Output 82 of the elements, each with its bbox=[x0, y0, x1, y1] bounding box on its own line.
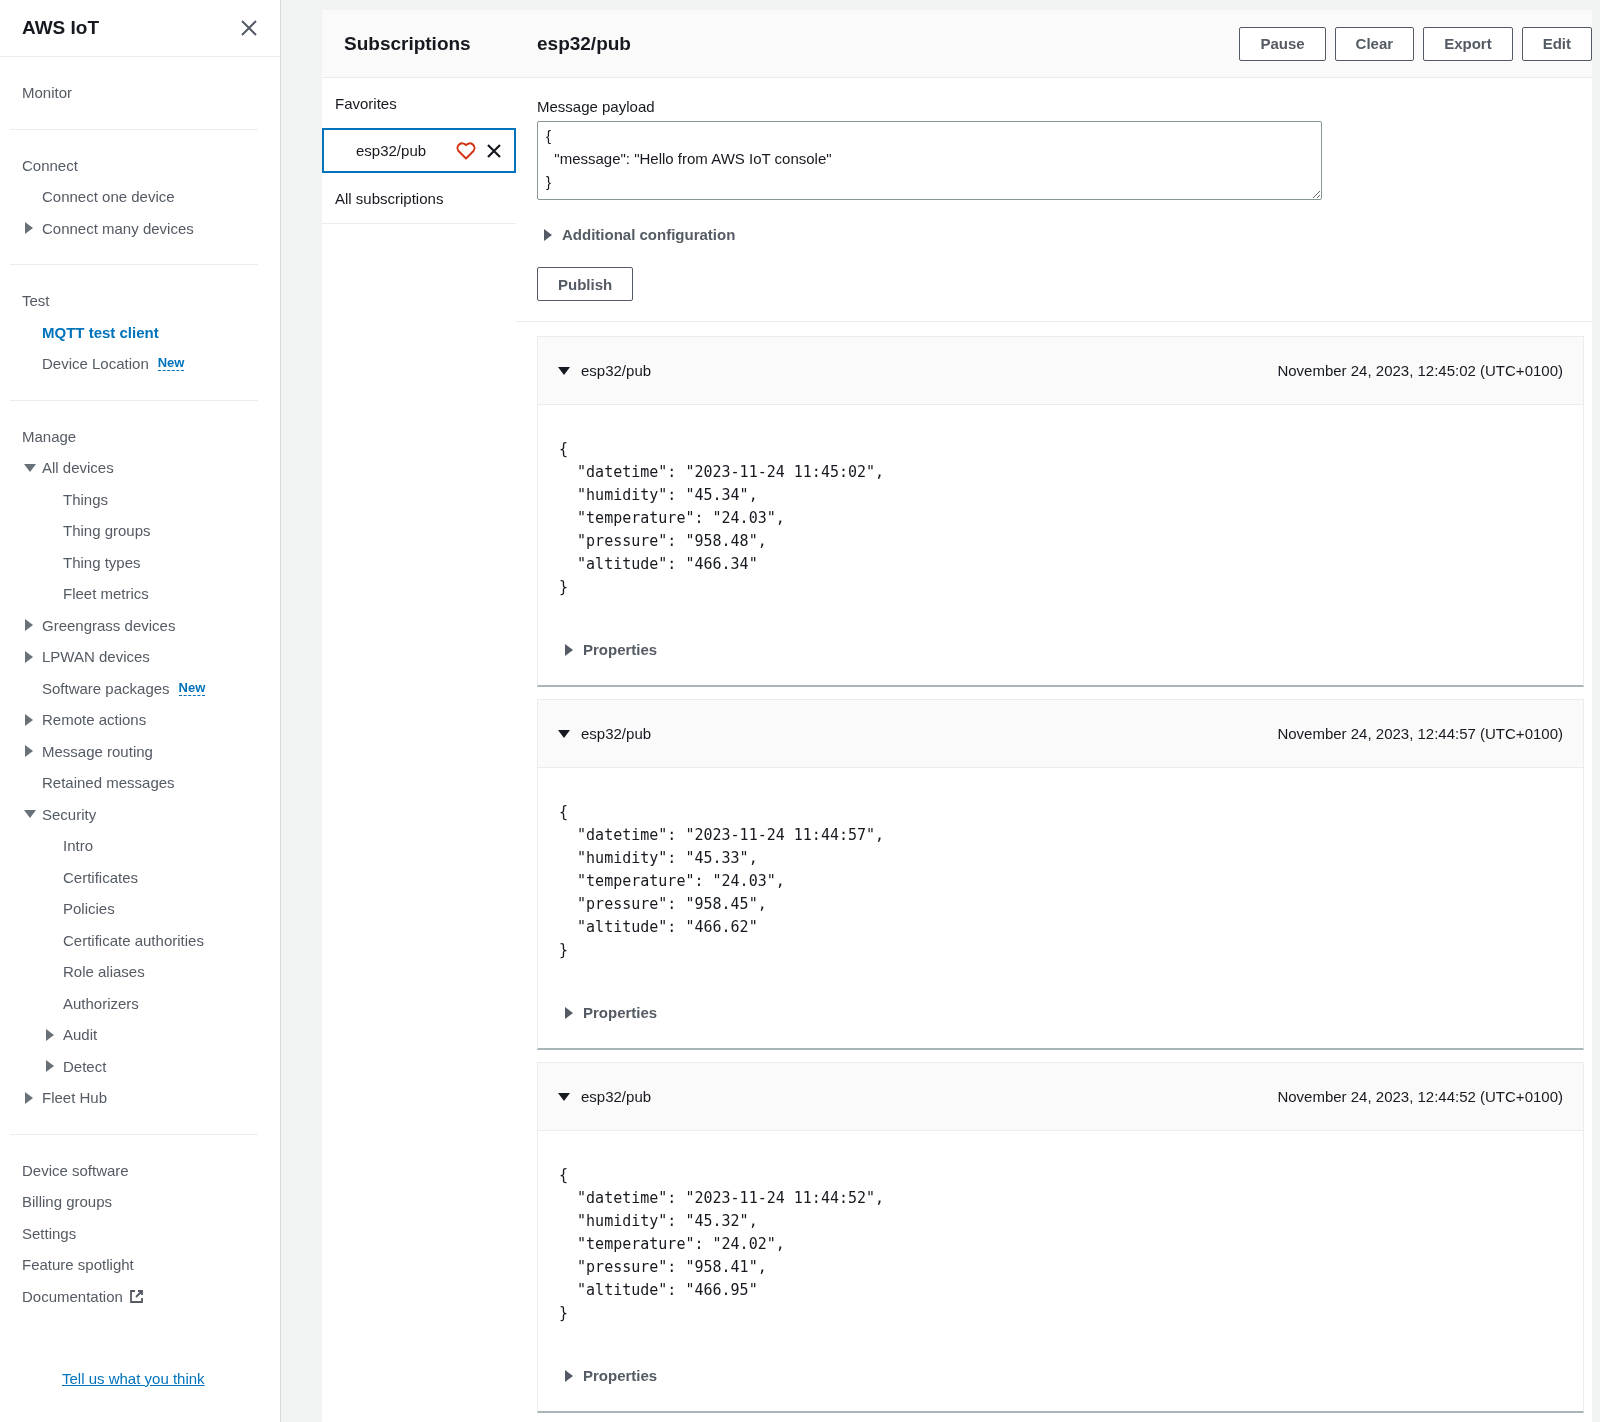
expander-label[interactable]: Properties bbox=[583, 1367, 658, 1384]
nav-link[interactable]: Things bbox=[63, 490, 109, 508]
nav-link[interactable]: Certificate authorities bbox=[63, 931, 204, 949]
caret-right-icon[interactable] bbox=[24, 222, 34, 235]
payload-input-field[interactable]: { "message": "Hello from AWS IoT console" } bbox=[537, 121, 1322, 200]
message-topic: esp32/pub bbox=[581, 725, 653, 742]
nav-link[interactable]: Thing groups bbox=[63, 522, 151, 540]
panel-heading: Subscriptions bbox=[343, 32, 472, 55]
message-topic: esp32/pub bbox=[581, 362, 653, 379]
nav-link[interactable]: Connect many devices bbox=[42, 219, 194, 237]
nav-section-heading[interactable]: Monitor bbox=[22, 84, 73, 102]
message-timestamp: November 24, 2023, 12:45:02 (UTC+0100) bbox=[1277, 362, 1563, 379]
nav-link[interactable]: Fleet metrics bbox=[63, 585, 149, 603]
nav-link[interactable]: MQTT test client bbox=[42, 323, 159, 341]
nav-link[interactable]: Documentation bbox=[22, 1287, 123, 1305]
toolbar-button[interactable]: Export bbox=[1423, 26, 1513, 61]
all-subscriptions-link[interactable]: All subscriptions bbox=[335, 189, 444, 207]
nav-link[interactable]: Message routing bbox=[42, 742, 153, 760]
message-payload: { "datetime": "2023-11-24 11:45:02", "humidity": "45.34", "temperature": "24.03", "pressure": "958.48", "altitude": "466.34" } bbox=[559, 439, 886, 598]
toolbar-button[interactable]: Clear bbox=[1334, 26, 1415, 61]
nav-link[interactable]: Software packages bbox=[42, 679, 170, 697]
message-payload: { "datetime": "2023-11-24 11:44:52", "humidity": "45.32", "temperature": "24.02", "pressure": "958.41", "altitude": "466.95" } bbox=[559, 1165, 886, 1324]
caret-right-icon[interactable] bbox=[543, 228, 553, 241]
caret-right-icon[interactable] bbox=[564, 643, 574, 656]
expander-label[interactable]: Properties bbox=[583, 1004, 658, 1021]
expander-label[interactable]: Properties bbox=[583, 641, 658, 658]
heart-icon[interactable] bbox=[456, 141, 476, 160]
nav-link[interactable]: Feature spotlight bbox=[22, 1256, 134, 1274]
new-badge: New bbox=[178, 680, 206, 696]
message-timestamp: November 24, 2023, 12:44:57 (UTC+0100) bbox=[1277, 725, 1563, 742]
nav-link[interactable]: Remote actions bbox=[42, 711, 147, 729]
nav-link[interactable]: Connect one device bbox=[42, 188, 175, 206]
nav-link[interactable]: Policies bbox=[63, 900, 115, 918]
message-timestamp: November 24, 2023, 12:44:52 (UTC+0100) bbox=[1277, 1088, 1563, 1105]
nav-link[interactable]: Detect bbox=[63, 1057, 107, 1075]
feedback-link[interactable]: Tell us what you think bbox=[62, 1370, 205, 1387]
close-icon[interactable] bbox=[486, 142, 502, 159]
caret-right-icon[interactable] bbox=[24, 650, 34, 663]
caret-right-icon[interactable] bbox=[45, 1028, 55, 1041]
caret-right-icon[interactable] bbox=[24, 745, 34, 758]
app-title: AWS IoT bbox=[22, 17, 100, 39]
new-badge: New bbox=[157, 356, 185, 372]
nav-link[interactable]: Retained messages bbox=[42, 774, 175, 792]
nav-section-heading[interactable]: Test bbox=[22, 292, 50, 310]
caret-right-icon[interactable] bbox=[45, 1060, 55, 1073]
nav-link[interactable]: Settings bbox=[22, 1224, 77, 1242]
nav-link[interactable]: Greengrass devices bbox=[42, 616, 176, 634]
toolbar-button[interactable]: Pause bbox=[1239, 26, 1326, 61]
nav-link[interactable]: LPWAN devices bbox=[42, 648, 150, 666]
toolbar-button[interactable]: Edit bbox=[1521, 26, 1592, 61]
expander-label[interactable]: Additional configuration bbox=[562, 226, 736, 243]
nav-link[interactable]: Role aliases bbox=[63, 963, 145, 981]
publish-button[interactable]: Publish bbox=[537, 267, 634, 301]
nav-section-heading[interactable]: Manage bbox=[22, 427, 77, 445]
nav-link[interactable]: Thing types bbox=[63, 553, 141, 571]
nav-link[interactable]: Security bbox=[42, 805, 97, 823]
caret-right-icon[interactable] bbox=[564, 1006, 574, 1019]
nav-section-heading[interactable]: Connect bbox=[22, 156, 78, 174]
nav-link[interactable]: Billing groups bbox=[22, 1193, 113, 1211]
field-label: Message payload bbox=[537, 98, 656, 115]
caret-right-icon[interactable] bbox=[24, 1091, 34, 1104]
caret-down-icon[interactable] bbox=[558, 728, 570, 739]
nav-link[interactable]: Device Location bbox=[42, 355, 149, 373]
subscription-item[interactable]: esp32/pub bbox=[322, 128, 516, 173]
caret-right-icon[interactable] bbox=[24, 713, 34, 726]
nav-link[interactable]: All devices bbox=[42, 459, 114, 477]
topic-title: esp32/pub bbox=[537, 32, 631, 55]
nav-link[interactable]: Certificates bbox=[63, 868, 139, 886]
nav-link[interactable]: Device software bbox=[22, 1161, 129, 1179]
nav-link[interactable]: Fleet Hub bbox=[42, 1089, 108, 1107]
nav-link[interactable]: Intro bbox=[63, 837, 93, 855]
caret-down-icon[interactable] bbox=[558, 365, 570, 376]
close-icon[interactable] bbox=[240, 19, 258, 37]
caret-down-icon[interactable] bbox=[558, 1091, 570, 1102]
subscription-topic: esp32/pub bbox=[356, 142, 428, 159]
favorites-label: Favorites bbox=[335, 95, 397, 112]
message-payload: { "datetime": "2023-11-24 11:44:57", "humidity": "45.33", "temperature": "24.03", "pressure": "958.45", "altitude": "466.62" } bbox=[559, 802, 886, 961]
nav-link[interactable]: Authorizers bbox=[63, 994, 139, 1012]
caret-right-icon[interactable] bbox=[564, 1369, 574, 1382]
message-topic: esp32/pub bbox=[581, 1088, 653, 1105]
nav-link[interactable]: Audit bbox=[63, 1026, 98, 1044]
caret-right-icon[interactable] bbox=[24, 619, 34, 632]
